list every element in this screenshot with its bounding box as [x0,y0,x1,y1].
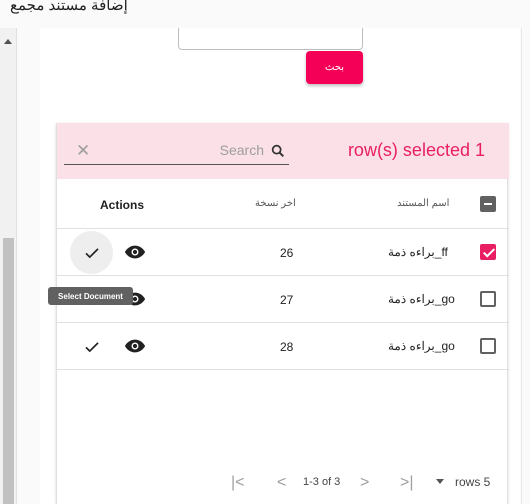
rows-per-page[interactable]: rows 5 [455,475,490,489]
page-range: 1-3 of 3 [303,476,341,488]
table-toolbar: row(s) selected 1 ✕ [57,123,509,179]
row-checkbox[interactable] [480,244,496,260]
cell-doc-name: براءه ذمة_go [388,339,455,353]
select-document-button[interactable] [70,231,113,274]
cell-last-copy: 28 [280,340,294,354]
selected-count: row(s) selected 1 [347,140,485,160]
cell-doc-name: براءه ذمة_go [388,292,455,306]
table-row: 26 براءه ذمة_ff [57,229,509,276]
cell-last-copy: 26 [280,246,294,260]
dialog-title: إضافة مستند مجمع [10,0,128,14]
search-criteria-field[interactable] [178,28,363,50]
close-icon[interactable]: ✕ [76,141,90,161]
table-search-input[interactable] [104,142,264,158]
select-document-button[interactable] [70,325,113,368]
header-actions: Actions [100,198,145,212]
table-row: 28 براءه ذمة_go [57,323,509,370]
search-icon [271,144,285,158]
scroll-thumb[interactable] [3,238,14,504]
first-page-icon[interactable]: |< [231,474,245,492]
next-page-icon[interactable]: > [360,474,369,492]
header-last-copy: اخر نسخة [255,198,296,209]
eye-icon[interactable] [124,244,146,260]
cell-doc-name: براءه ذمة_ff [388,245,448,259]
prev-page-icon[interactable]: < [277,474,286,492]
select-all-checkbox[interactable] [480,196,496,212]
search-button[interactable]: بحث [306,51,363,84]
pagination: |< < 1-3 of 3 > >| rows 5 [57,466,509,498]
table-search-field[interactable]: ✕ [64,137,289,165]
eye-icon[interactable] [124,338,146,354]
row-checkbox[interactable] [480,338,496,354]
scrollbar[interactable] [0,28,17,504]
table-header: Actions اخر نسخة اسم المستند [57,179,509,229]
check-icon [85,248,99,259]
check-icon [85,342,99,353]
documents-table: row(s) selected 1 ✕ Actions اخر نسخة اسم… [56,123,509,504]
cell-last-copy: 27 [280,293,294,307]
chevron-down-icon[interactable] [436,479,444,484]
last-page-icon[interactable]: >| [400,474,414,492]
tooltip: Select Document [48,287,133,305]
scroll-up-arrow-icon[interactable] [4,39,12,44]
dialog-edge [521,28,530,504]
header-doc-name: اسم المستند [397,198,450,209]
row-checkbox[interactable] [480,291,496,307]
